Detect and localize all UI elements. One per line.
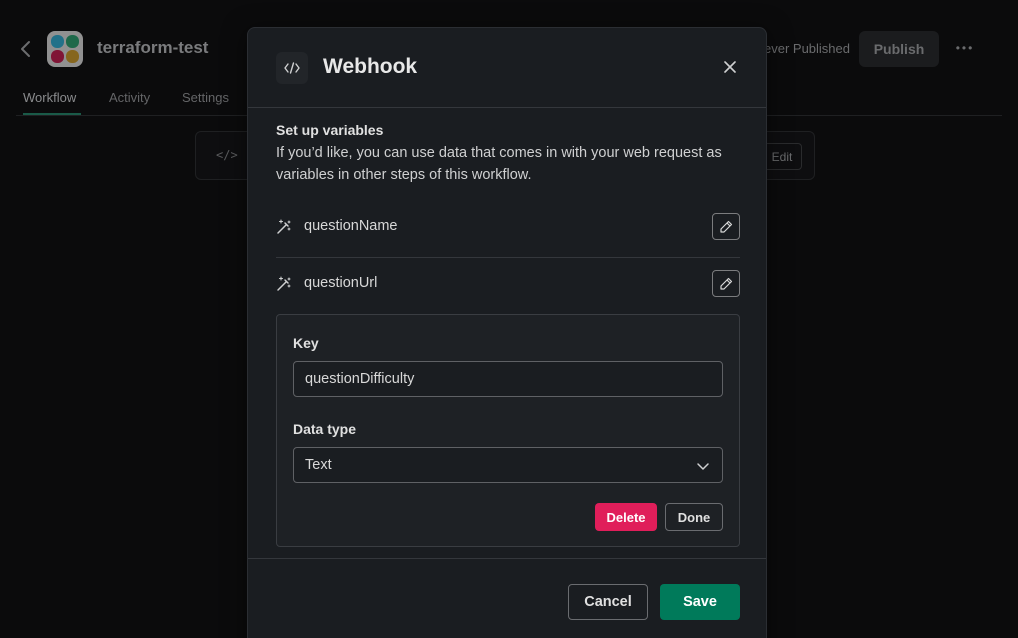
more-options-button[interactable]: ••• bbox=[953, 36, 977, 60]
close-button[interactable] bbox=[717, 54, 743, 80]
code-icon: </> bbox=[216, 148, 238, 162]
workflow-title: terraform-test bbox=[97, 38, 209, 57]
ellipsis-icon: ••• bbox=[955, 41, 975, 55]
logo-tile bbox=[66, 35, 79, 48]
save-button[interactable]: Save bbox=[660, 584, 740, 620]
magic-wand-icon bbox=[277, 219, 291, 234]
close-icon bbox=[724, 61, 736, 73]
modal-header: Webhook bbox=[248, 28, 766, 108]
logo-tile bbox=[66, 50, 79, 63]
setup-variables-description: If you’d like, you can use data that com… bbox=[276, 145, 722, 183]
step-edit-button[interactable]: Edit bbox=[762, 143, 802, 170]
webhook-modal: Webhook Set up variables If you’d like, … bbox=[247, 27, 767, 638]
cancel-button[interactable]: Cancel bbox=[568, 584, 648, 620]
code-icon bbox=[276, 52, 308, 84]
variable-editor-panel: Key Data type Text Delete Done bbox=[276, 314, 740, 547]
logo-tile bbox=[51, 35, 64, 48]
data-type-select[interactable]: Text bbox=[293, 447, 723, 483]
chevron-left-icon bbox=[21, 41, 30, 57]
modal-footer: Cancel Save bbox=[248, 558, 766, 638]
done-button[interactable]: Done bbox=[665, 503, 723, 531]
variable-row: questionUrl bbox=[276, 269, 740, 299]
modal-title: Webhook bbox=[323, 55, 418, 78]
publish-button[interactable]: Publish bbox=[859, 31, 939, 67]
divider bbox=[276, 257, 740, 258]
variable-row: questionName bbox=[276, 212, 740, 242]
tab-workflow[interactable]: Workflow bbox=[23, 90, 76, 105]
chevron-down-icon bbox=[697, 463, 709, 470]
back-button[interactable] bbox=[16, 38, 36, 60]
edit-variable-button[interactable] bbox=[712, 270, 740, 297]
tab-settings[interactable]: Settings bbox=[182, 90, 229, 105]
setup-variables-title: Set up variables bbox=[276, 122, 384, 138]
edit-variable-button[interactable] bbox=[712, 213, 740, 240]
pencil-icon bbox=[719, 277, 732, 290]
publish-status: ever Published bbox=[764, 41, 850, 56]
delete-button[interactable]: Delete bbox=[595, 503, 657, 531]
variable-name: questionName bbox=[304, 218, 398, 234]
pencil-icon bbox=[719, 220, 732, 233]
key-label: Key bbox=[293, 335, 319, 351]
app-logo bbox=[47, 31, 83, 67]
active-tab-indicator bbox=[23, 113, 81, 115]
logo-tile bbox=[51, 50, 64, 63]
variable-name: questionUrl bbox=[304, 275, 378, 291]
data-type-label: Data type bbox=[293, 421, 357, 437]
data-type-value: Text bbox=[305, 457, 332, 473]
magic-wand-icon bbox=[277, 276, 291, 291]
key-input[interactable] bbox=[293, 361, 723, 397]
tab-activity[interactable]: Activity bbox=[109, 90, 150, 105]
